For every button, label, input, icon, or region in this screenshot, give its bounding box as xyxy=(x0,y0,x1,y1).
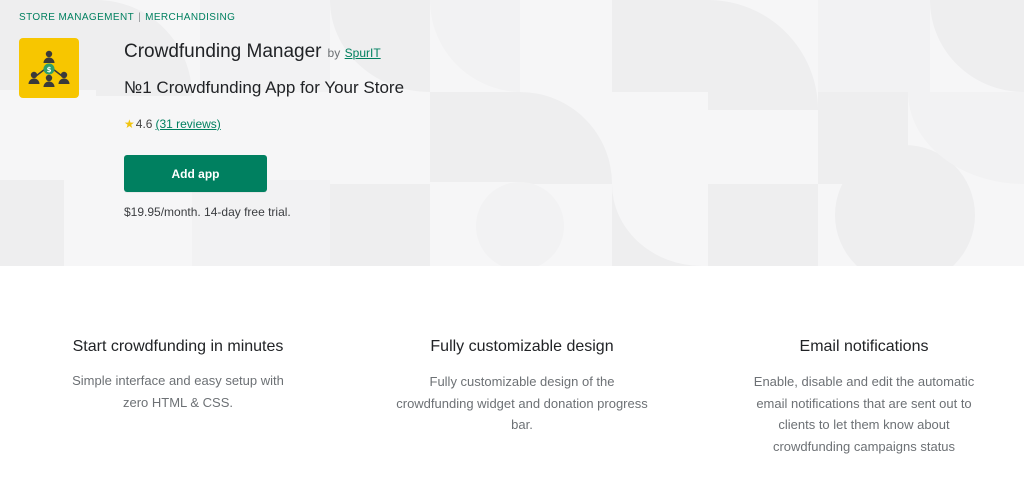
breadcrumb: STORE MANAGEMENT | MERCHANDISING xyxy=(19,12,235,23)
feature-title: Start crowdfunding in minutes xyxy=(72,338,284,355)
app-title-row: Crowdfunding Manager by SpurIT xyxy=(124,41,381,63)
add-app-button[interactable]: Add app xyxy=(124,155,267,192)
feature-card: Email notifications Enable, disable and … xyxy=(744,336,984,457)
feature-title: Fully customizable design xyxy=(430,338,614,355)
feature-description: Simple interface and easy setup with zer… xyxy=(72,373,284,410)
feature-card: Start crowdfunding in minutes Simple int… xyxy=(58,336,298,413)
star-icon: ★ xyxy=(124,117,135,131)
feature-card: Fully customizable design Fully customiz… xyxy=(392,336,652,436)
people-money-icon: $ xyxy=(19,38,79,98)
reviews-link[interactable]: (31 reviews) xyxy=(155,117,220,131)
by-label: by xyxy=(327,46,341,60)
rating: ★4.6 (31 reviews) xyxy=(124,117,221,131)
svg-text:$: $ xyxy=(47,66,52,74)
app-title: Crowdfunding Manager xyxy=(124,41,322,62)
breadcrumb-category[interactable]: STORE MANAGEMENT xyxy=(19,12,134,23)
pricing-text: $19.95/month. 14-day free trial. xyxy=(124,205,291,219)
developer-link[interactable]: SpurIT xyxy=(345,46,381,60)
app-tagline: №1 Crowdfunding App for Your Store xyxy=(124,78,405,97)
feature-title: Email notifications xyxy=(799,338,929,355)
breadcrumb-subcategory[interactable]: MERCHANDISING xyxy=(145,12,235,23)
app-hero: STORE MANAGEMENT | MERCHANDISING $ Crowdfu… xyxy=(0,0,1024,266)
background-pattern xyxy=(0,0,1024,266)
feature-description: Fully customizable design of the crowdfu… xyxy=(396,374,648,432)
rating-value: 4.6 xyxy=(135,117,153,131)
feature-description: Enable, disable and edit the automatic e… xyxy=(753,374,975,454)
breadcrumb-separator: | xyxy=(138,12,142,23)
